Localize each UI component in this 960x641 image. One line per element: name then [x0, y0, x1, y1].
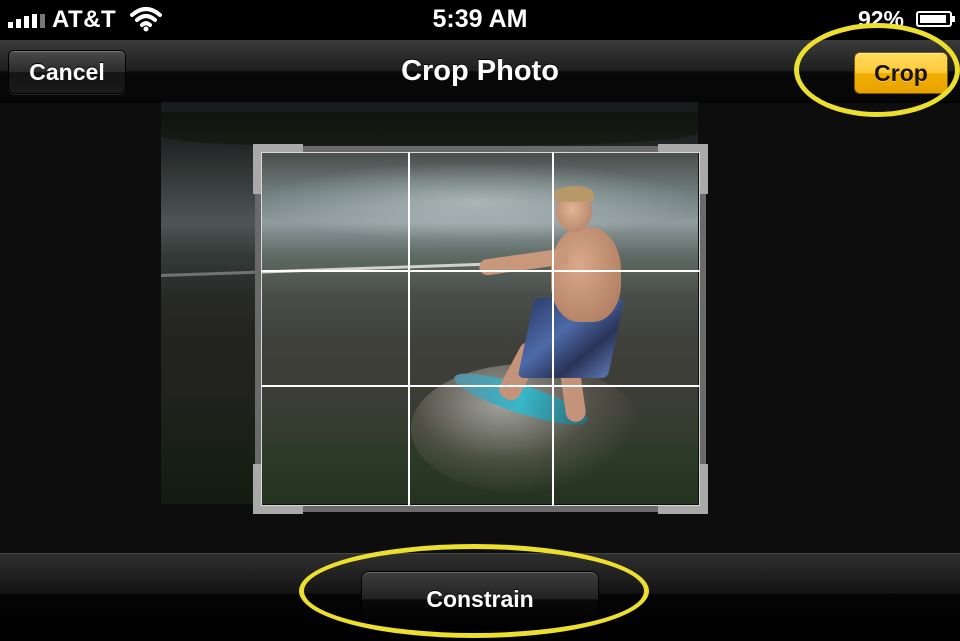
- crop-button[interactable]: Crop: [854, 52, 948, 94]
- status-bar: AT&T 5:39 AM 92%: [0, 0, 960, 40]
- battery-icon: [916, 11, 955, 27]
- crop-handle-bottom-right[interactable]: [658, 464, 708, 514]
- crop-grid-line: [552, 152, 554, 506]
- crop-outside-shade-left: [161, 102, 255, 504]
- crop-frame[interactable]: [253, 144, 708, 514]
- crop-outside-shade-top: [255, 102, 698, 146]
- battery-percentage: 92%: [857, 6, 904, 32]
- bottom-toolbar: Constrain: [0, 553, 960, 641]
- crop-grid-line: [261, 270, 700, 272]
- constrain-button[interactable]: Constrain: [361, 571, 599, 627]
- crop-grid-line: [261, 385, 700, 387]
- crop-handle-bottom-left[interactable]: [253, 464, 303, 514]
- crop-handle-top-right[interactable]: [658, 144, 708, 194]
- page-title: Crop Photo: [401, 55, 559, 87]
- crop-grid-line: [408, 152, 410, 506]
- clock: 5:39 AM: [432, 5, 528, 33]
- navigation-bar: Cancel Crop Photo Crop: [0, 40, 960, 103]
- crop-handle-top-left[interactable]: [253, 144, 303, 194]
